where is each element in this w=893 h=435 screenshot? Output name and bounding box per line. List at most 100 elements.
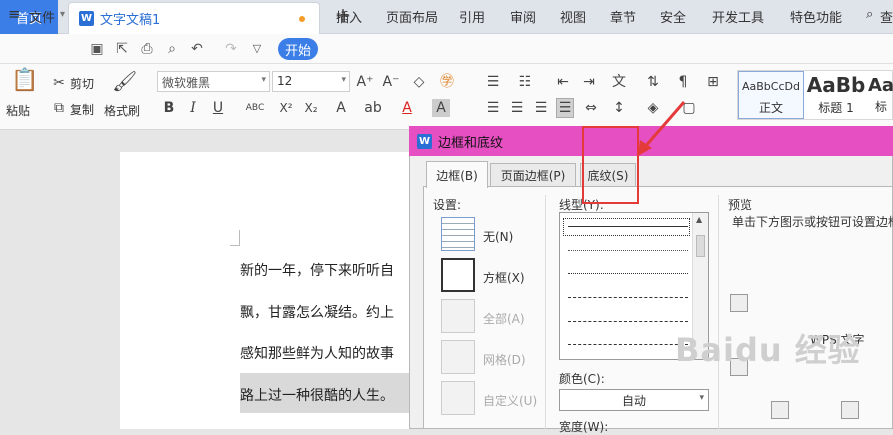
hamburger-icon[interactable]: ≡ (8, 5, 21, 23)
strikethrough-button[interactable]: ABC (244, 99, 266, 117)
line-spacing-icon[interactable]: ↕ (610, 99, 628, 117)
print-icon[interactable]: ⎙ (138, 40, 156, 58)
menu-references[interactable]: 引用 (459, 7, 485, 26)
font-size-select[interactable]: 12 ▾ (272, 71, 350, 92)
menu-developer[interactable]: 开发工具 (712, 7, 764, 26)
tab-borders[interactable]: 边框(B) (426, 161, 488, 188)
justify-icon[interactable]: ☰ (556, 98, 574, 118)
arrow-icon (638, 101, 686, 156)
copy-icon[interactable]: ⧉ (50, 99, 68, 117)
line-style-dotted-2[interactable] (568, 273, 688, 274)
settings-label: 设置: (433, 198, 462, 212)
left-border-icon[interactable] (771, 401, 789, 419)
setting-none-icon[interactable] (441, 217, 475, 251)
char-shading-icon[interactable]: A (432, 99, 450, 117)
setting-custom[interactable]: 自定义(U) (483, 392, 537, 409)
chevron-down-icon[interactable]: ▾ (60, 9, 65, 20)
setting-box[interactable]: 方框(X) (483, 269, 525, 286)
line-style-dotted[interactable] (568, 250, 688, 251)
phonetic-icon[interactable]: ㊫ (438, 73, 456, 91)
save-icon[interactable]: ▣ (88, 40, 106, 58)
distributed-icon[interactable]: ⇔ (582, 99, 600, 117)
menu-review[interactable]: 审阅 (510, 7, 536, 26)
menu-chapter[interactable]: 章节 (610, 7, 636, 26)
line-style-dash-dot-dot[interactable] (568, 344, 688, 345)
menu-start[interactable]: 开始 (278, 38, 318, 60)
setting-all-icon[interactable] (441, 299, 475, 333)
setting-grid[interactable]: 网格(D) (483, 351, 526, 368)
paste-button[interactable]: 粘贴 (6, 102, 30, 119)
increase-indent-icon[interactable]: ⇥ (580, 73, 598, 91)
menu-insert[interactable]: 插入 (336, 7, 362, 26)
setting-all[interactable]: 全部(A) (483, 310, 525, 327)
tab-document[interactable]: W 文字文稿1 (68, 2, 320, 34)
highlight-icon[interactable]: ab (364, 99, 382, 117)
text-effect-icon[interactable]: A (332, 99, 350, 117)
style-heading2-sample: Aa (868, 75, 893, 96)
style-heading1[interactable]: AaBb 标题 1 (806, 71, 866, 119)
setting-grid-icon[interactable] (441, 340, 475, 374)
more-icon[interactable]: ▽ (248, 40, 266, 58)
clear-format-icon[interactable]: ◇ (410, 73, 428, 91)
top-border-icon[interactable] (730, 294, 748, 312)
doc-line-3[interactable]: 感知那些鲜为人知的故事 (240, 343, 394, 363)
underline-button[interactable]: U (209, 99, 227, 117)
undo-icon[interactable]: ↶ (188, 40, 206, 58)
doc-line-4[interactable]: 路上过一种很酷的人生。 (240, 385, 394, 405)
bullet-list-icon[interactable]: ☰ (484, 73, 502, 91)
line-style-dashed[interactable] (568, 297, 688, 298)
align-left-icon[interactable]: ☰ (484, 99, 502, 117)
align-right-icon[interactable]: ☰ (532, 99, 550, 117)
paste-icon[interactable]: 📋 (11, 70, 38, 92)
format-painter-icon[interactable]: 🖌 (112, 71, 137, 91)
unsaved-dot-icon (299, 16, 305, 22)
numbered-list-icon[interactable]: ☷ (516, 73, 534, 91)
menu-file[interactable]: 文件 (29, 7, 55, 26)
menu-security[interactable]: 安全 (660, 7, 686, 26)
menu-search[interactable]: 查 (880, 7, 893, 26)
grow-font-icon[interactable]: A⁺ (356, 73, 374, 91)
font-name-select[interactable]: 微软雅黑 ▾ (157, 71, 270, 92)
cut-button[interactable]: 剪切 (70, 75, 94, 92)
scroll-thumb[interactable] (696, 235, 705, 257)
align-center-icon[interactable]: ☰ (508, 99, 526, 117)
format-painter-button[interactable]: 格式刷 (104, 102, 140, 119)
doc-line-2[interactable]: 飘，甘露怎么凝结。约上 (240, 302, 394, 322)
line-style-dash-dot[interactable] (568, 321, 688, 322)
shrink-font-icon[interactable]: A⁻ (382, 73, 400, 91)
subscript-button[interactable]: X₂ (302, 99, 320, 117)
table-icon[interactable]: ⊞ (704, 73, 722, 91)
menu-page-layout[interactable]: 页面布局 (386, 7, 438, 26)
search-icon[interactable]: ⌕ (866, 7, 873, 22)
chinese-layout-icon[interactable]: 文 (610, 73, 628, 91)
menu-features[interactable]: 特色功能 (790, 7, 842, 26)
copy-button[interactable]: 复制 (70, 101, 94, 118)
line-style-solid[interactable] (568, 226, 688, 227)
font-size-value: 12 (277, 74, 293, 88)
bold-button[interactable]: B (160, 99, 178, 117)
setting-custom-icon[interactable] (441, 381, 475, 415)
print-preview-icon[interactable]: ⌕ (163, 40, 181, 58)
preview-hint: 单击下方图示或按钮可设置边框 (732, 215, 893, 229)
sort-icon[interactable]: ⇅ (644, 73, 662, 91)
setting-box-icon[interactable] (441, 258, 475, 292)
color-select[interactable]: 自动 ▾ (559, 389, 709, 411)
tab-page-border[interactable]: 页面边框(P) (490, 163, 576, 187)
style-heading2[interactable]: Aa 标 (868, 71, 893, 119)
font-color-icon[interactable]: A (398, 99, 416, 117)
doc-line-1[interactable]: 新的一年，停下来听听自 (240, 260, 394, 280)
dialog-title: 边框和底纹 (438, 135, 504, 151)
menu-view[interactable]: 视图 (560, 7, 586, 26)
decrease-indent-icon[interactable]: ⇤ (554, 73, 572, 91)
right-border-icon[interactable] (841, 401, 859, 419)
superscript-button[interactable]: X² (277, 99, 295, 117)
export-icon[interactable]: ⇱ (113, 40, 131, 58)
style-normal[interactable]: AaBbCcDd 正文 (738, 71, 804, 119)
setting-none[interactable]: 无(N) (483, 228, 513, 245)
color-label: 颜色(C): (559, 372, 605, 386)
scissors-icon[interactable]: ✂ (50, 74, 68, 92)
redo-icon[interactable]: ↷ (222, 40, 240, 58)
scroll-up-icon[interactable]: ▲ (696, 215, 702, 224)
italic-button[interactable]: I (184, 99, 202, 117)
show-marks-icon[interactable]: ¶ (674, 73, 692, 91)
